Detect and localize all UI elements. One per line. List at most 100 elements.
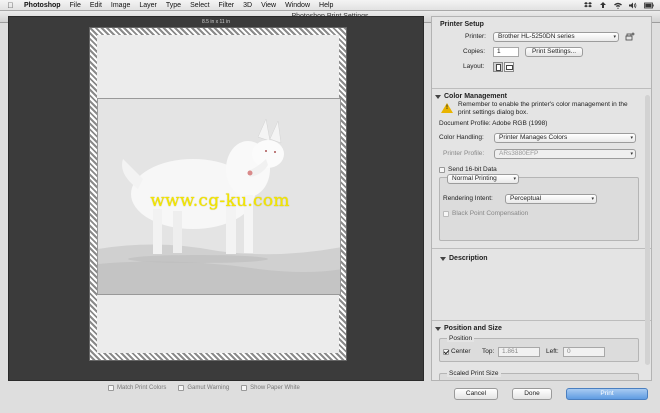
rendering-intent-label: Rendering Intent: xyxy=(443,195,493,202)
chevron-updown-icon: ▾ xyxy=(591,196,594,202)
gamut-warning-option[interactable]: Gamut Warning xyxy=(178,385,229,391)
description-title: Description xyxy=(449,255,488,262)
copies-input[interactable]: 1 xyxy=(493,47,519,57)
show-paper-white-checkbox[interactable] xyxy=(241,385,248,391)
printer-setup-section: Printer Setup Printer: Brother HL-5250DN… xyxy=(432,17,651,89)
position-size-header[interactable]: Position and Size xyxy=(435,325,502,332)
landscape-layout-icon[interactable] xyxy=(504,62,514,72)
warning-icon xyxy=(441,103,453,113)
disclosure-triangle-icon xyxy=(435,326,441,331)
printer-row: Printer: xyxy=(465,33,486,40)
preview-options: Match Print Colors Gamut Warning Show Pa… xyxy=(108,385,300,391)
printer-select[interactable]: Brother HL-5250DN series ▾ xyxy=(493,32,619,42)
top-row: Top: xyxy=(482,348,494,355)
position-label: Position xyxy=(447,335,475,342)
rendering-intent-row: Rendering Intent: xyxy=(443,195,493,202)
send-16bit-row[interactable]: Send 16-bit Data xyxy=(439,166,497,173)
menu-select[interactable]: Select xyxy=(190,2,209,9)
copies-label: Copies: xyxy=(463,48,486,55)
show-paper-white-option[interactable]: Show Paper White xyxy=(241,385,300,391)
normal-printing-select[interactable]: Normal Printing ▾ xyxy=(447,174,519,184)
paper-sheet: www.cg-ku.com xyxy=(89,27,347,361)
husky-photo[interactable]: www.cg-ku.com xyxy=(97,98,341,295)
left-label: Left: xyxy=(546,348,559,355)
menu-view[interactable]: View xyxy=(261,2,276,9)
color-handling-select[interactable]: Printer Manages Colors ▾ xyxy=(494,133,636,143)
menu-bar:  Photoshop File Edit Image Layer Type S… xyxy=(0,0,660,11)
volume-icon[interactable] xyxy=(629,2,637,9)
scaled-print-size-label: Scaled Print Size xyxy=(447,370,501,377)
match-print-colors-checkbox[interactable] xyxy=(108,385,114,391)
chevron-updown-icon: ▾ xyxy=(513,176,516,182)
gamut-warning-checkbox[interactable] xyxy=(178,385,185,391)
portrait-layout-icon[interactable] xyxy=(493,62,503,72)
black-point-row[interactable]: Black Point Compensation xyxy=(443,210,528,217)
rendering-intent-value: Perceptual xyxy=(510,195,542,202)
printer-profile-select[interactable]: ARs3880EFP ▾ xyxy=(494,149,636,159)
print-button[interactable]: Print xyxy=(566,388,648,400)
printer-label: Printer: xyxy=(465,33,486,40)
layout-row: Layout: xyxy=(463,63,484,70)
top-input[interactable]: 1.861 xyxy=(498,347,540,357)
menu-help[interactable]: Help xyxy=(319,2,333,9)
position-size-title: Position and Size xyxy=(444,325,502,332)
color-management-header[interactable]: Color Management xyxy=(435,93,507,100)
top-label: Top: xyxy=(482,348,495,355)
panel-scrollbar[interactable] xyxy=(645,95,650,365)
chevron-updown-icon: ▾ xyxy=(613,34,616,40)
rendering-intent-select[interactable]: Perceptual ▾ xyxy=(505,194,597,204)
wifi-icon[interactable] xyxy=(614,2,622,9)
left-input[interactable]: 0 xyxy=(563,347,605,357)
send-16bit-checkbox[interactable] xyxy=(439,166,445,173)
layout-toggle xyxy=(493,62,514,72)
center-checkbox[interactable] xyxy=(443,348,449,355)
menu-3d[interactable]: 3D xyxy=(243,2,252,9)
menu-window[interactable]: Window xyxy=(285,2,310,9)
color-handling-value: Printer Manages Colors xyxy=(499,134,568,141)
menu-edit[interactable]: Edit xyxy=(90,2,102,9)
print-settings-button[interactable]: Print Settings... xyxy=(525,47,583,57)
menu-filter[interactable]: Filter xyxy=(219,2,235,9)
disclosure-triangle-icon xyxy=(440,256,446,261)
apple-icon[interactable]:  xyxy=(6,1,15,10)
color-management-title: Color Management xyxy=(444,93,508,100)
add-printer-icon[interactable] xyxy=(625,32,635,42)
document-profile: Document Profile: Adobe RGB (1998) xyxy=(439,120,548,127)
battery-icon[interactable] xyxy=(644,2,654,9)
menu-type[interactable]: Type xyxy=(166,2,181,9)
normal-printing-value: Normal Printing xyxy=(452,175,497,182)
layout-label: Layout: xyxy=(463,63,485,70)
print-preview: 8.5 in x 11 in www.cg-ku.com xyxy=(8,16,424,381)
status-icons xyxy=(584,0,654,11)
upload-icon[interactable] xyxy=(599,2,607,9)
center-row[interactable]: Center xyxy=(443,348,471,355)
watermark-text: www.cg-ku.com xyxy=(150,191,290,211)
settings-panel: Printer Setup Printer: Brother HL-5250DN… xyxy=(431,16,652,381)
menu-image[interactable]: Image xyxy=(111,2,130,9)
position-size-section: Position and Size Position Center Top: 1… xyxy=(432,321,651,380)
menu-file[interactable]: File xyxy=(70,2,81,9)
rendering-group xyxy=(439,177,639,241)
description-section: Description xyxy=(432,249,651,321)
center-label: Center xyxy=(451,348,471,355)
black-point-label: Black Point Compensation xyxy=(452,210,529,217)
match-print-colors-option[interactable]: Match Print Colors xyxy=(108,385,166,391)
menu-layer[interactable]: Layer xyxy=(139,2,157,9)
printer-value: Brother HL-5250DN series xyxy=(498,33,575,40)
description-header[interactable]: Description xyxy=(440,255,488,262)
dropbox-icon[interactable] xyxy=(584,2,592,9)
printable-area: www.cg-ku.com xyxy=(97,35,341,353)
color-handling-label: Color Handling: xyxy=(439,134,484,141)
disclosure-triangle-icon xyxy=(435,94,441,99)
paper-size-label: 8.5 in x 11 in xyxy=(202,19,230,25)
send-16bit-label: Send 16-bit Data xyxy=(448,166,497,173)
color-handling-row: Color Handling: xyxy=(439,134,484,141)
show-paper-white-label: Show Paper White xyxy=(250,385,300,391)
chevron-updown-icon: ▾ xyxy=(630,135,633,141)
menu-app-name[interactable]: Photoshop xyxy=(24,2,61,9)
match-print-colors-label: Match Print Colors xyxy=(117,385,167,391)
cancel-button[interactable]: Cancel xyxy=(454,388,498,400)
black-point-checkbox[interactable] xyxy=(443,210,449,217)
done-button[interactable]: Done xyxy=(512,388,552,400)
printer-profile-label: Printer Profile: xyxy=(443,150,485,157)
